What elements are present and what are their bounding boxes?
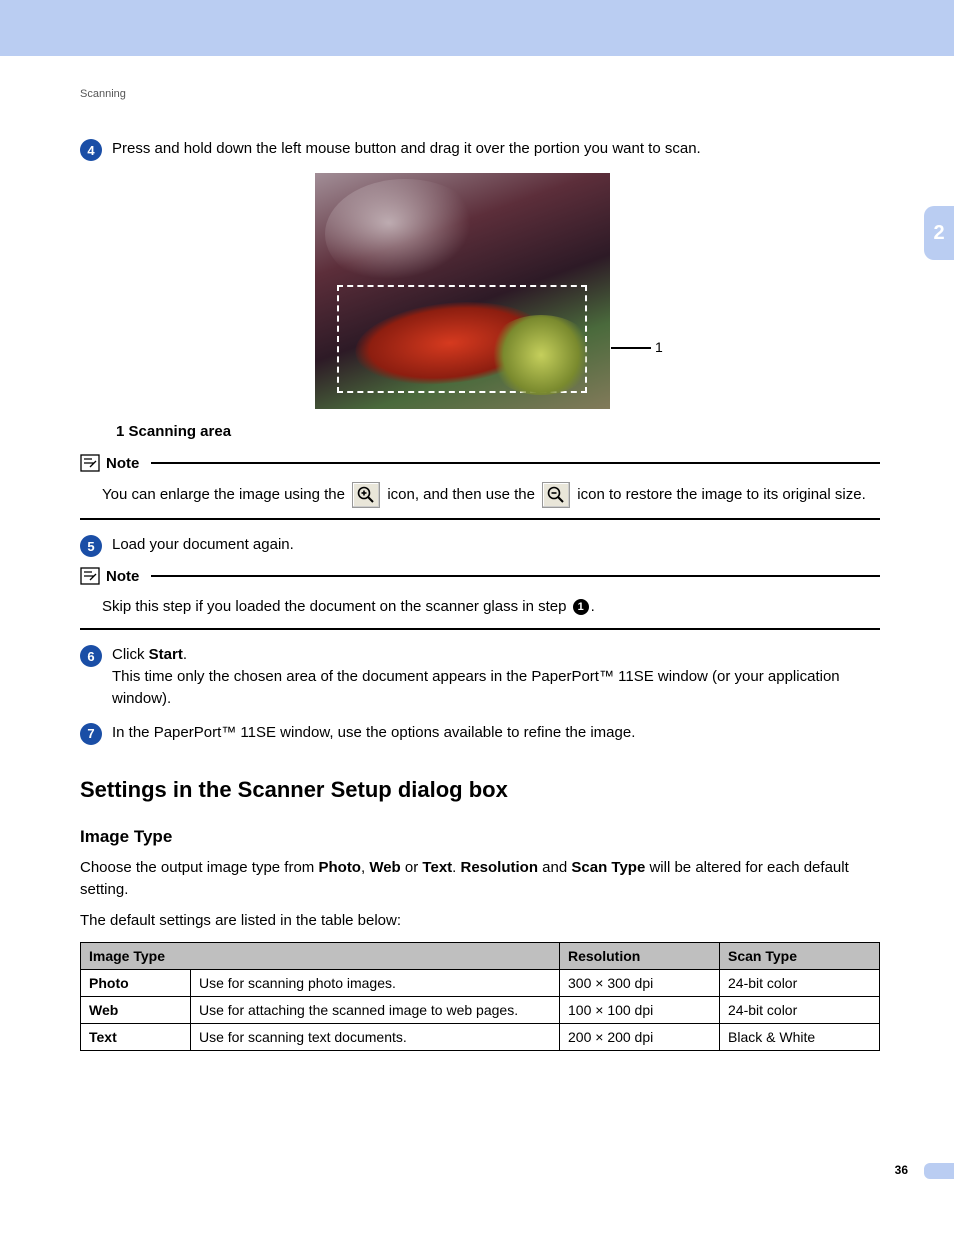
step-6-bullet: 6 xyxy=(80,645,102,667)
cell-res: 300 × 300 dpi xyxy=(560,970,720,997)
cell-label: Photo xyxy=(81,970,191,997)
note-title: Note xyxy=(106,455,139,472)
step-ref-bullet: 1 xyxy=(573,599,589,615)
image-type-paragraph: Choose the output image type from Photo,… xyxy=(80,857,880,902)
cell-label: Text xyxy=(81,1024,191,1051)
step-6: 6 Click Start. This time only the chosen… xyxy=(80,644,880,709)
zoom-out-icon xyxy=(542,482,570,508)
cell-desc: Use for attaching the scanned image to w… xyxy=(191,997,560,1024)
step-4-text: Press and hold down the left mouse butto… xyxy=(112,138,880,160)
prescan-figure: 1 xyxy=(315,173,645,409)
note2-text-b: . xyxy=(591,598,595,615)
footer-tab xyxy=(924,1163,954,1179)
table-header-row: Image Type Resolution Scan Type xyxy=(81,943,880,970)
zoom-in-icon xyxy=(352,482,380,508)
breadcrumb: Scanning xyxy=(80,88,880,100)
step6-bold: Start xyxy=(149,646,183,663)
cell-scan: 24-bit color xyxy=(720,970,880,997)
note-rule-close xyxy=(80,628,880,630)
figure-legend: 1 Scanning area xyxy=(116,423,880,440)
cell-desc: Use for scanning photo images. xyxy=(191,970,560,997)
step-7-text: In the PaperPort™ 11SE window, use the o… xyxy=(112,722,880,744)
note-rule-close xyxy=(80,518,880,520)
chapter-tab: 2 xyxy=(924,206,954,260)
page-number: 36 xyxy=(895,1163,908,1177)
sample-photo xyxy=(315,173,610,409)
step-5-bullet: 5 xyxy=(80,535,102,557)
table-intro: The default settings are listed in the t… xyxy=(80,910,880,933)
note-rule xyxy=(151,462,880,464)
note2-text-a: Skip this step if you loaded the documen… xyxy=(102,598,571,615)
header-bar xyxy=(0,0,954,56)
note-text-b: icon, and then use the xyxy=(387,486,539,503)
p-seg: . xyxy=(452,859,460,876)
th-scan-type: Scan Type xyxy=(720,943,880,970)
step-6-line2: This time only the chosen area of the do… xyxy=(112,666,880,710)
note-skip-body: Skip this step if you loaded the documen… xyxy=(102,595,880,618)
note-icon xyxy=(80,454,100,472)
cell-label: Web xyxy=(81,997,191,1024)
heading-settings: Settings in the Scanner Setup dialog box xyxy=(80,777,880,803)
p-seg: or xyxy=(401,859,423,876)
callout-line xyxy=(611,347,651,349)
note-icon xyxy=(80,567,100,585)
p-bold: Resolution xyxy=(461,859,539,876)
heading-image-type: Image Type xyxy=(80,827,880,847)
th-resolution: Resolution xyxy=(560,943,720,970)
step-7-bullet: 7 xyxy=(80,723,102,745)
note-skip: Note Skip this step if you loaded the do… xyxy=(80,567,880,630)
step-5-text: Load your document again. xyxy=(112,534,880,556)
th-image-type: Image Type xyxy=(81,943,560,970)
note-rule xyxy=(151,575,880,577)
cell-res: 200 × 200 dpi xyxy=(560,1024,720,1051)
table-row: Web Use for attaching the scanned image … xyxy=(81,997,880,1024)
step-6-line1: Click Start. xyxy=(112,644,880,666)
p-bold: Text xyxy=(422,859,452,876)
p-bold: Photo xyxy=(318,859,361,876)
cell-res: 100 × 100 dpi xyxy=(560,997,720,1024)
step-4: 4 Press and hold down the left mouse but… xyxy=(80,138,880,161)
cell-desc: Use for scanning text documents. xyxy=(191,1024,560,1051)
step-4-bullet: 4 xyxy=(80,139,102,161)
note-text-c: icon to restore the image to its origina… xyxy=(577,486,865,503)
note-zoom: Note You can enlarge the image using the… xyxy=(80,454,880,520)
p-seg: Choose the output image type from xyxy=(80,859,318,876)
step6-suffix: . xyxy=(183,646,187,663)
selection-marquee xyxy=(337,285,587,393)
step-5: 5 Load your document again. xyxy=(80,534,880,557)
cell-scan: Black & White xyxy=(720,1024,880,1051)
p-bold: Scan Type xyxy=(571,859,645,876)
step-7: 7 In the PaperPort™ 11SE window, use the… xyxy=(80,722,880,745)
cell-scan: 24-bit color xyxy=(720,997,880,1024)
callout-label: 1 xyxy=(655,339,663,355)
settings-table: Image Type Resolution Scan Type Photo Us… xyxy=(80,942,880,1051)
p-bold: Web xyxy=(369,859,400,876)
p-seg: and xyxy=(538,859,571,876)
table-row: Text Use for scanning text documents. 20… xyxy=(81,1024,880,1051)
table-row: Photo Use for scanning photo images. 300… xyxy=(81,970,880,997)
note-text-a: You can enlarge the image using the xyxy=(102,486,349,503)
step6-prefix: Click xyxy=(112,646,149,663)
note-title: Note xyxy=(106,568,139,585)
note-zoom-body: You can enlarge the image using the icon… xyxy=(102,482,880,508)
